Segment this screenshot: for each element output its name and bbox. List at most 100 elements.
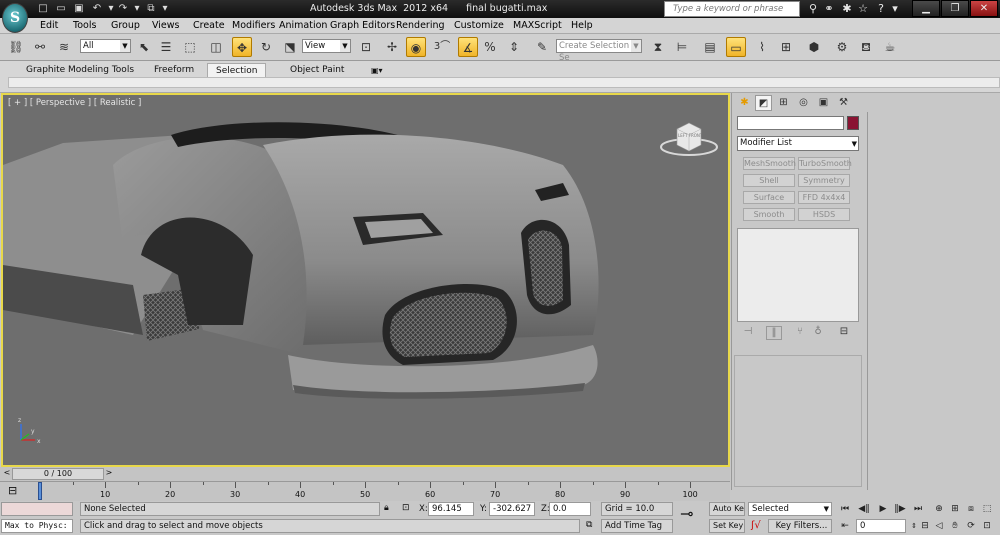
- render-setup-icon[interactable]: ⚙: [832, 37, 852, 57]
- menu-graph-editors[interactable]: Graph Editors: [330, 20, 395, 31]
- reference-coordinate-dropdown[interactable]: View ▼: [302, 39, 351, 53]
- tab-selection[interactable]: Selection: [207, 63, 267, 78]
- next-frame-arrow-icon[interactable]: >: [104, 468, 114, 480]
- current-frame-field[interactable]: 0: [856, 519, 906, 533]
- select-and-rotate-icon[interactable]: ↻: [256, 37, 276, 57]
- minimize-button[interactable]: ▁: [912, 0, 940, 17]
- layer-manager-icon[interactable]: ▤: [700, 37, 720, 57]
- auto-key-button[interactable]: Auto Key: [709, 502, 745, 516]
- undo-icon[interactable]: ↶: [90, 2, 104, 15]
- zoom-extents-all-icon[interactable]: ⬚: [980, 503, 994, 516]
- modify-tab-icon[interactable]: ◩: [755, 95, 772, 111]
- mirror-icon[interactable]: ⧗: [648, 37, 668, 57]
- lock-selection-icon[interactable]: 🔒︎: [384, 503, 396, 513]
- motion-tab-icon[interactable]: ◎: [795, 95, 812, 111]
- zoom-extents-icon[interactable]: ⧈: [964, 503, 978, 516]
- object-name-field[interactable]: [737, 116, 844, 130]
- select-object-icon[interactable]: ⬉: [134, 37, 154, 57]
- rendered-frame-window-icon[interactable]: ⛾: [856, 37, 876, 57]
- go-to-start-icon[interactable]: ⏮: [838, 503, 852, 516]
- menu-help[interactable]: Help: [571, 20, 593, 31]
- key-filters-icon[interactable]: ʃ√: [751, 520, 765, 531]
- select-manipulate-icon[interactable]: ✢: [382, 37, 402, 57]
- time-slider-thumb[interactable]: 0 / 100: [12, 468, 104, 480]
- utilities-tab-icon[interactable]: ⚒: [835, 95, 852, 111]
- tab-graphite-modeling-tools[interactable]: Graphite Modeling Tools: [18, 63, 142, 78]
- time-tag-icon[interactable]: ⧉: [586, 520, 598, 530]
- maxscript-listener[interactable]: Max to Physc:: [1, 519, 73, 533]
- menu-create[interactable]: Create: [193, 20, 225, 31]
- tab-freeform[interactable]: Freeform: [146, 63, 202, 78]
- save-icon[interactable]: ▣: [72, 2, 86, 15]
- time-configuration-icon[interactable]: ⊟: [918, 520, 932, 533]
- redo-dropdown-icon[interactable]: ▾: [130, 2, 144, 15]
- x-coord-field[interactable]: 96.145: [428, 502, 474, 516]
- hierarchy-tab-icon[interactable]: ⊞: [775, 95, 792, 111]
- maxscript-listener-top[interactable]: [1, 502, 73, 516]
- edit-named-selection-icon[interactable]: ✎: [532, 37, 552, 57]
- hsds-button[interactable]: HSDS: [798, 208, 850, 221]
- object-color-swatch[interactable]: [847, 116, 859, 130]
- menu-maxscript[interactable]: MAXScript: [513, 20, 562, 31]
- material-editor-icon[interactable]: ⬢: [804, 37, 824, 57]
- rectangular-selection-icon[interactable]: ⬚: [180, 37, 200, 57]
- create-tab-icon[interactable]: ✱: [736, 95, 753, 111]
- menu-animation[interactable]: Animation: [279, 20, 327, 31]
- percent-snap-icon[interactable]: %: [480, 37, 500, 57]
- absolute-mode-icon[interactable]: ⊡: [402, 503, 414, 513]
- next-frame-icon[interactable]: ‖▶: [893, 503, 907, 516]
- show-end-result-icon[interactable]: ‖: [766, 326, 782, 340]
- application-menu-button[interactable]: S: [2, 3, 28, 33]
- add-time-tag-button[interactable]: Add Time Tag: [601, 519, 673, 533]
- help-dropdown-icon[interactable]: ▾: [888, 2, 902, 16]
- orbit-icon[interactable]: ⟳: [964, 520, 978, 533]
- track-bar[interactable]: ⊟ 0102030405060708090100: [0, 481, 730, 501]
- select-and-move-icon[interactable]: ✥: [232, 37, 252, 57]
- select-and-scale-icon[interactable]: ⬔: [280, 37, 300, 57]
- select-by-name-icon[interactable]: ☰: [156, 37, 176, 57]
- menu-tools[interactable]: Tools: [73, 20, 96, 31]
- tab-object-paint[interactable]: Object Paint: [282, 63, 352, 78]
- redo-icon[interactable]: ↷: [116, 2, 130, 15]
- ffd-4x4x4-button[interactable]: FFD 4x4x4: [798, 191, 850, 204]
- modifier-list-dropdown[interactable]: Modifier List ▼: [737, 136, 859, 151]
- turbosmooth-button[interactable]: TurboSmooth: [798, 157, 852, 170]
- close-button[interactable]: ✕: [970, 0, 998, 17]
- menu-rendering[interactable]: Rendering: [396, 20, 445, 31]
- subscription-icon[interactable]: ⚭: [822, 2, 836, 16]
- help-icon[interactable]: ?: [874, 2, 888, 16]
- pivot-center-icon[interactable]: ⊡: [356, 37, 376, 57]
- previous-frame-arrow-icon[interactable]: <: [2, 468, 12, 480]
- keyboard-shortcut-override-icon[interactable]: ◉: [406, 37, 426, 57]
- favorites-icon[interactable]: ☆: [856, 2, 870, 16]
- maximize-button[interactable]: ❐: [941, 0, 969, 17]
- select-and-link-icon[interactable]: ⛓: [6, 37, 26, 57]
- set-key-button[interactable]: Set Key: [709, 519, 745, 533]
- time-slider[interactable]: < 0 / 100 >: [0, 467, 730, 481]
- unlink-icon[interactable]: ⚯: [30, 37, 50, 57]
- menu-group[interactable]: Group: [111, 20, 140, 31]
- field-of-view-icon[interactable]: ◁: [932, 520, 946, 533]
- named-selection-set-dropdown[interactable]: Create Selection Se ▼: [556, 39, 642, 63]
- modifier-stack[interactable]: [737, 228, 859, 322]
- window-crossing-icon[interactable]: ◫: [206, 37, 226, 57]
- menu-edit[interactable]: Edit: [40, 20, 58, 31]
- pin-stack-icon[interactable]: ⊣: [740, 326, 756, 340]
- ribbon-options-dropdown[interactable]: ▣▾: [363, 63, 391, 78]
- search-input[interactable]: Type a keyword or phrase: [664, 1, 800, 17]
- shell-button[interactable]: Shell: [743, 174, 795, 187]
- configure-modifier-sets-icon[interactable]: ⊟: [836, 326, 852, 340]
- new-file-icon[interactable]: □: [36, 2, 50, 15]
- current-frame-marker[interactable]: [38, 482, 42, 500]
- selection-filter-dropdown[interactable]: All ▼: [80, 39, 131, 53]
- play-icon[interactable]: ▶: [876, 503, 890, 516]
- zoom-viewport-icon[interactable]: ⊕: [932, 503, 946, 516]
- meshsmooth-button[interactable]: MeshSmooth: [743, 157, 796, 170]
- viewcube[interactable]: LEFT FRONT: [660, 122, 718, 156]
- curve-editor-icon[interactable]: ⌇: [752, 37, 772, 57]
- communication-center-icon[interactable]: ✱: [840, 2, 854, 16]
- display-tab-icon[interactable]: ▣: [815, 95, 832, 111]
- make-unique-icon[interactable]: ⑂: [792, 326, 808, 340]
- render-production-icon[interactable]: ☕: [880, 37, 900, 57]
- quick-access-dropdown-icon[interactable]: ▾: [158, 2, 172, 15]
